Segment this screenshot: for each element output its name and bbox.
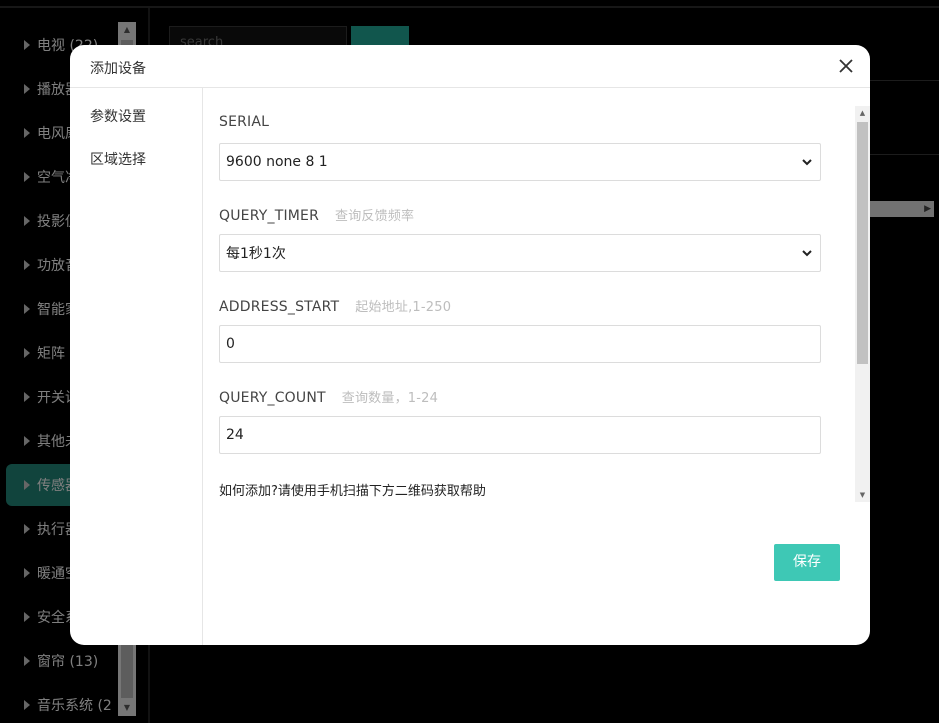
scroll-down-icon[interactable]: ▼ bbox=[855, 488, 870, 502]
field-label: ADDRESS_START bbox=[219, 299, 340, 315]
query-count-input[interactable]: 24 bbox=[219, 416, 821, 454]
chevron-down-icon bbox=[802, 250, 812, 257]
select-value: 每1秒1次 bbox=[226, 246, 286, 262]
serial-select[interactable]: 9600 none 8 1 bbox=[219, 143, 821, 181]
close-icon[interactable] bbox=[834, 57, 858, 77]
add-device-dialog: 添加设备 参数设置 区域选择 SERIAL 9600 none 8 1 QUER… bbox=[70, 45, 870, 645]
query-timer-label: QUERY_TIMER 查询反馈频率 bbox=[219, 205, 414, 224]
input-value: 0 bbox=[226, 336, 235, 352]
form-scrollbar[interactable]: ▲ ▼ bbox=[855, 106, 870, 502]
scrollbar-thumb[interactable] bbox=[857, 122, 868, 364]
address-start-label: ADDRESS_START 起始地址,1-250 bbox=[219, 296, 451, 315]
chevron-down-icon bbox=[802, 159, 812, 166]
close-icon-glyph bbox=[839, 59, 853, 73]
query-count-label: QUERY_COUNT 查询数量，1-24 bbox=[219, 387, 438, 406]
dialog-body: SERIAL 9600 none 8 1 QUERY_TIMER 查询反馈频率 每… bbox=[203, 88, 870, 645]
scroll-up-icon[interactable]: ▲ bbox=[855, 106, 870, 120]
select-value: 9600 none 8 1 bbox=[226, 154, 328, 170]
parameters-form: SERIAL 9600 none 8 1 QUERY_TIMER 查询反馈频率 每… bbox=[203, 106, 855, 502]
query-timer-select[interactable]: 每1秒1次 bbox=[219, 234, 821, 272]
field-hint: 起始地址,1-250 bbox=[355, 300, 452, 315]
save-button[interactable]: 保存 bbox=[774, 544, 840, 581]
dialog-header: 添加设备 bbox=[70, 45, 870, 88]
app-root: 电视 (22) 播放器 电风扇 空气净 投影仪 功放音 智能家 矩阵 开关设 其… bbox=[0, 0, 939, 723]
nav-item-area[interactable]: 区域选择 bbox=[90, 149, 146, 169]
field-hint: 查询反馈频率 bbox=[335, 209, 415, 224]
field-label: QUERY_COUNT bbox=[219, 390, 326, 406]
input-value: 24 bbox=[226, 427, 244, 443]
field-hint: 查询数量，1-24 bbox=[341, 391, 439, 406]
help-text: 如何添加?请使用手机扫描下方二维码获取帮助 bbox=[219, 484, 486, 499]
serial-label: SERIAL bbox=[219, 114, 285, 130]
nav-item-parameters[interactable]: 参数设置 bbox=[90, 106, 146, 126]
dialog-title: 添加设备 bbox=[90, 61, 146, 77]
field-label: QUERY_TIMER bbox=[219, 208, 320, 224]
field-label: SERIAL bbox=[219, 114, 270, 130]
address-start-input[interactable]: 0 bbox=[219, 325, 821, 363]
dialog-nav: 参数设置 区域选择 bbox=[70, 88, 203, 645]
